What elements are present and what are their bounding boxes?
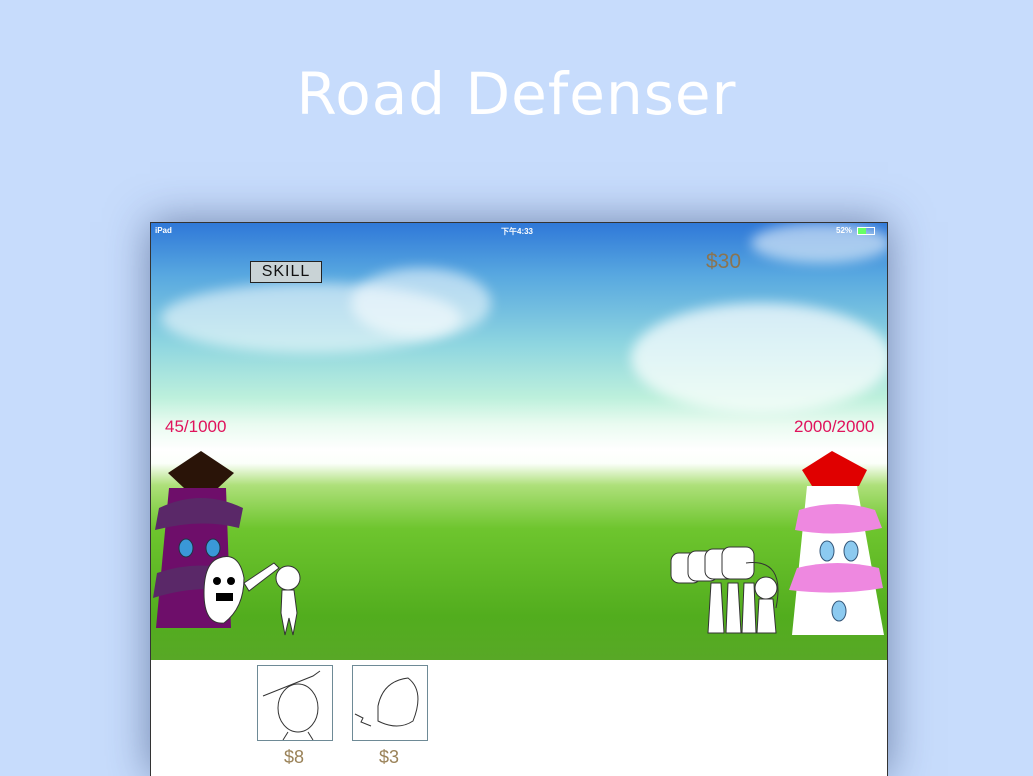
app-title: Road Defenser bbox=[296, 60, 737, 128]
enemy-shield-squad bbox=[670, 546, 779, 634]
unit-shop-panel: $8 $3 bbox=[151, 660, 887, 776]
unit-card-shield[interactable] bbox=[352, 665, 428, 741]
stickman-unit bbox=[275, 565, 301, 636]
unit-card-swordsman[interactable] bbox=[257, 665, 333, 741]
enemy-tower[interactable] bbox=[787, 448, 887, 638]
shield-unit-icon bbox=[354, 677, 419, 727]
enemy-tower-hp: 2000/2000 bbox=[794, 417, 875, 436]
status-battery: 52% bbox=[836, 226, 853, 235]
status-time: 下午4:33 bbox=[501, 227, 534, 236]
cloud bbox=[631, 303, 887, 413]
game-field: iPad 下午4:33 52% SKILL $30 45/1000 2000/2… bbox=[151, 223, 887, 660]
battery-icon bbox=[857, 227, 875, 235]
status-device: iPad bbox=[155, 226, 172, 235]
unit-price-shield: $3 bbox=[378, 747, 400, 767]
player-tower-hp: 45/1000 bbox=[165, 417, 227, 436]
ipad-screen: iPad 下午4:33 52% SKILL $30 45/1000 2000/2… bbox=[150, 222, 888, 776]
cloud bbox=[351, 268, 491, 338]
unit-price-swordsman: $8 bbox=[283, 747, 305, 767]
skill-button[interactable]: SKILL bbox=[250, 261, 322, 283]
swordsman-unit-icon bbox=[262, 670, 321, 740]
money-counter: $30 bbox=[706, 250, 742, 273]
